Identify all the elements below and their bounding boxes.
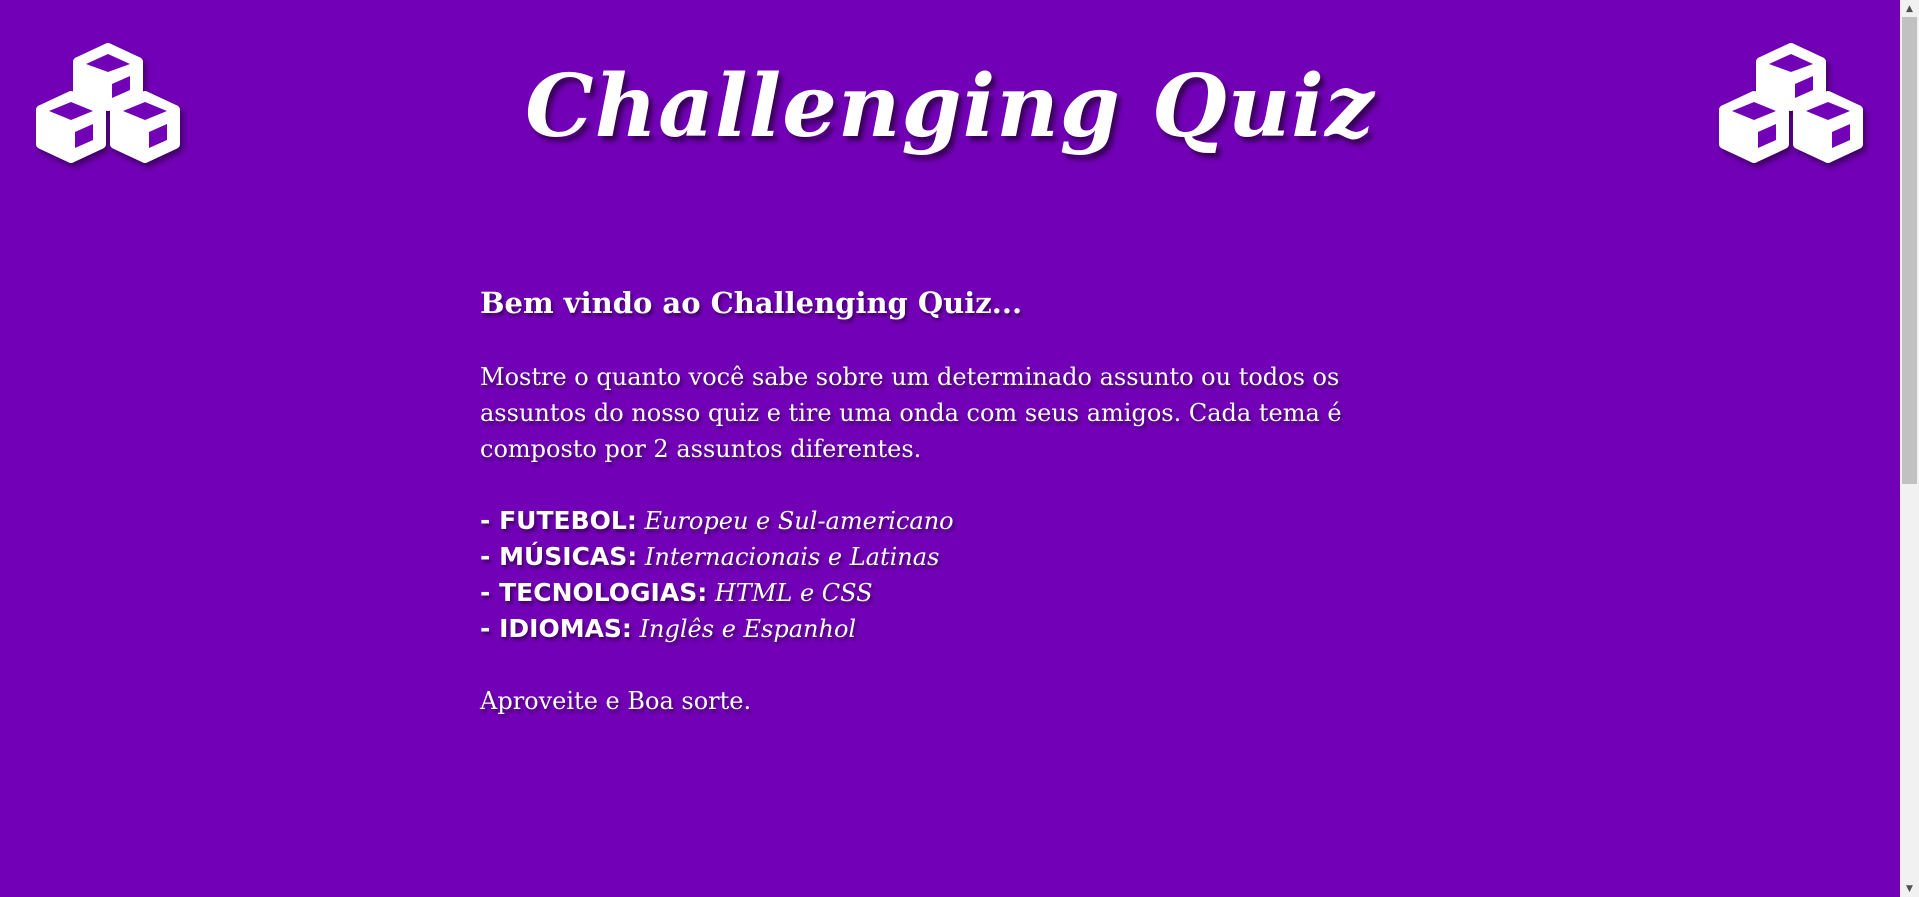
- scroll-up-icon[interactable]: ▲: [1900, 0, 1919, 17]
- topic-item-idiomas: - IDIOMAS: Inglês e Espanhol: [480, 611, 1360, 647]
- page-title: Challenging Quiz: [525, 56, 1375, 157]
- topic-subjects: HTML e CSS: [714, 579, 873, 607]
- topic-dash: -: [480, 506, 500, 535]
- topic-item-tecnologias: - TECNOLOGIAS: HTML e CSS: [480, 575, 1360, 611]
- scrollbar-thumb[interactable]: [1902, 17, 1917, 484]
- topic-dash: -: [480, 542, 500, 571]
- topic-item-futebol: - FUTEBOL: Europeu e Sul-americano: [480, 503, 1360, 539]
- scroll-down-icon[interactable]: ▼: [1900, 880, 1919, 897]
- topic-dash: -: [480, 578, 500, 607]
- topic-name: FUTEBOL:: [499, 506, 637, 535]
- topic-name: TECNOLOGIAS:: [499, 578, 708, 607]
- topic-subjects: Inglês e Espanhol: [639, 615, 857, 643]
- welcome-heading: Bem vindo ao Challenging Quiz...: [480, 286, 1023, 320]
- cubes-icon: [1719, 43, 1863, 163]
- intro-paragraph: Mostre o quanto você sabe sobre um deter…: [480, 363, 1342, 463]
- topic-name: MÚSICAS:: [499, 542, 638, 571]
- vertical-scrollbar[interactable]: ▲ ▼: [1900, 0, 1919, 897]
- topic-item-musicas: - MÚSICAS: Internacionais e Latinas: [480, 539, 1360, 575]
- topic-subjects: Europeu e Sul-americano: [644, 507, 954, 535]
- topic-subjects: Internacionais e Latinas: [644, 543, 940, 571]
- closing-text: Aproveite e Boa sorte.: [480, 687, 752, 715]
- topics-list: - FUTEBOL: Europeu e Sul-americano - MÚS…: [480, 503, 1360, 647]
- welcome-section: Bem vindo ao Challenging Quiz... Mostre …: [480, 283, 1360, 719]
- page: Challenging Quiz Bem vindo ao Challengin…: [0, 0, 1900, 897]
- topic-name: IDIOMAS:: [499, 614, 632, 643]
- topic-dash: -: [480, 614, 500, 643]
